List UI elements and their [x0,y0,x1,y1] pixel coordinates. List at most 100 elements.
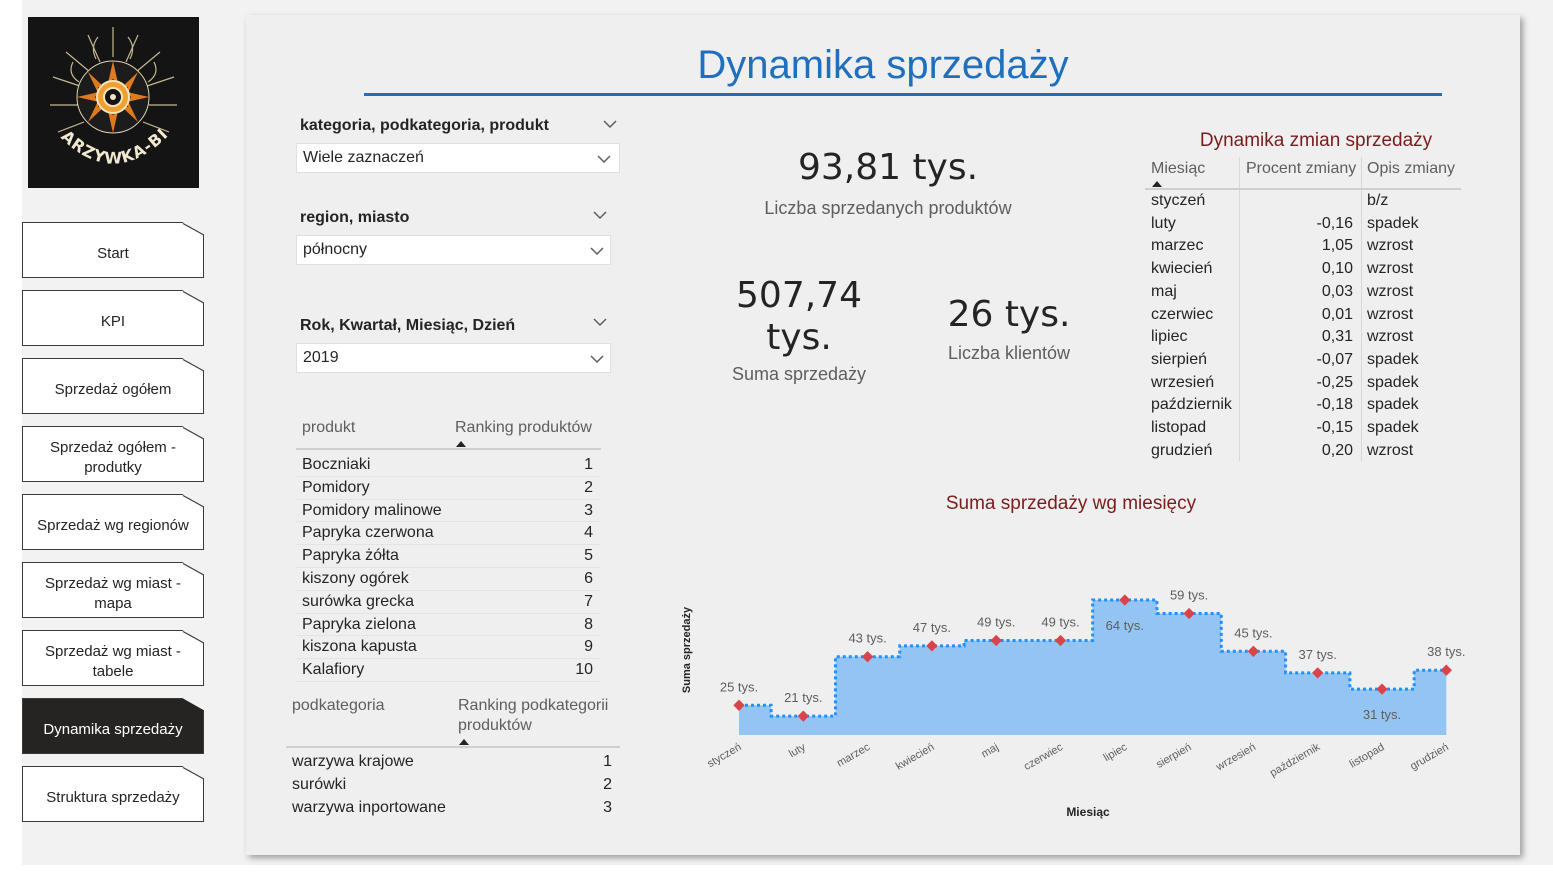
table-row[interactable]: Kalafiory 10 [296,658,601,681]
chevron-down-icon[interactable] [593,318,607,327]
table-row[interactable]: marzec 1,05 wzrost [1145,234,1461,257]
slicer-date-dropdown[interactable]: 2019 [296,343,611,373]
subcategory-rank: 1 [603,753,612,770]
month-cell: sierpień [1151,350,1208,368]
x-tick-label: sierpień [1154,741,1193,771]
report-canvas: Dynamika sprzedaży kategoria, podkategor… [246,15,1520,855]
nav-button[interactable]: Start [22,222,204,278]
product-rank: 9 [584,638,593,656]
table-row[interactable]: kiszona kapusta 9 [296,635,601,658]
change-desc-cell: spadek [1367,419,1419,436]
column-header-rank[interactable]: Ranking produktów [455,419,592,437]
report-page: WARZYWKA-BIO Start KPI Sprzedaż ogółem Sprz… [0,0,1553,877]
column-header-desc[interactable]: Opis zmiany [1367,160,1455,178]
column-header-rank-line1[interactable]: Ranking podkategorii [458,697,608,715]
data-label: 49 tys. [977,615,1015,630]
nav-button[interactable]: Dynamika sprzedaży [22,698,204,754]
x-tick-label: lipiec [1102,741,1130,764]
table-row[interactable]: Papryka zielona 8 [296,613,601,636]
table-row[interactable]: grudzień 0,20 wzrost [1145,439,1461,462]
sort-ascending-icon [1152,181,1162,187]
nav-button[interactable]: Sprzedaż wg miast - tabele [22,630,204,686]
slicer-category-label: kategoria, podkategoria, produkt [300,117,549,134]
company-logo: WARZYWKA-BIO [28,17,199,188]
x-tick-label: styczeń [705,741,743,770]
data-label: 47 tys. [913,620,951,635]
data-label: 43 tys. [848,631,886,646]
nav-button[interactable]: Sprzedaż ogółem [22,358,204,414]
pct-change-cell: -0,18 [1316,396,1353,414]
change-desc-cell: wzrost [1367,305,1414,323]
table-row[interactable]: luty -0,16 spadek [1145,212,1461,235]
nav-button[interactable]: Sprzedaż ogółem - produtky [22,426,204,482]
kpi-products-sold-value: 93,81 tys. [797,147,979,188]
subcategory-name: warzywa krajowe [292,753,414,770]
table-row[interactable]: listopad -0,15 spadek [1145,416,1461,439]
table-row[interactable]: maj 0,03 wzrost [1145,280,1461,303]
month-cell: czerwiec [1151,305,1214,323]
chevron-down-icon [590,355,604,364]
kpi-products-sold-label: Liczba sprzedanych produktów [764,198,1012,218]
column-header-product[interactable]: produkt [302,419,355,437]
change-desc-cell: spadek [1367,396,1419,414]
product-rank: 7 [584,592,593,610]
column-header-subcategory[interactable]: podkategoria [292,697,385,715]
nav-button[interactable]: Sprzedaż wg regionów [22,494,204,550]
table-row[interactable]: Pomidory malinowe 3 [296,499,601,522]
change-table-title: Dynamika zmian sprzedaży [1199,130,1433,151]
nav-button[interactable]: Sprzedaż wg miast - mapa [22,562,204,618]
table-row[interactable]: warzywa inportowane 3 [286,796,620,819]
product-rank: 5 [584,547,593,565]
chevron-down-icon[interactable] [603,120,617,129]
table-row[interactable]: Papryka czerwona 4 [296,521,601,544]
subcategory-name: warzywa inportowane [292,798,446,816]
month-cell: listopad [1151,419,1207,436]
column-header-pct[interactable]: Procent zmiany [1246,160,1356,178]
table-row[interactable]: styczeń b/z [1145,189,1461,212]
table-row[interactable]: warzywa krajowe 1 [286,750,620,773]
nav-button-label: Sprzedaż wg miast - tabele [45,643,181,680]
product-name: Boczniaki [302,456,371,473]
product-name: Pomidory [302,478,370,496]
table-row[interactable]: czerwiec 0,01 wzrost [1145,303,1461,326]
product-name: Papryka czerwona [302,524,434,542]
pct-change-cell: -0,07 [1316,350,1353,368]
table-row[interactable]: Pomidory 2 [296,476,601,499]
pct-change-cell: -0,25 [1316,373,1353,391]
x-tick-label: czerwiec [1022,741,1065,773]
table-row[interactable]: październik -0,18 spadek [1145,393,1461,416]
slicer-date-label: Rok, Kwartał, Miesiąc, Dzień [300,317,516,334]
x-tick-label: grudzień [1408,741,1451,772]
month-cell: lipiec [1151,328,1188,346]
slicer-region-dropdown[interactable]: północny [296,235,611,265]
data-label: 49 tys. [1041,615,1079,630]
product-rank: 6 [584,570,593,587]
table-row[interactable]: kwiecień 0,10 wzrost [1145,257,1461,280]
x-tick-label: październik [1268,741,1323,779]
pct-change-cell: 1,05 [1321,237,1353,255]
nav-button[interactable]: KPI [22,290,204,346]
slicer-category-dropdown[interactable]: Wiele zaznaczeń [296,143,620,173]
sales-by-month-chart: 25 tys. styczeń 21 tys. luty 43 tys. marzec 47… [681,588,1465,820]
chevron-down-icon[interactable] [593,211,607,220]
table-row[interactable]: surówki 2 [286,773,620,796]
column-header-month[interactable]: Miesiąc [1151,160,1205,178]
change-desc-cell: wzrost [1367,260,1414,278]
table-row[interactable]: Boczniaki 1 [296,453,601,476]
slicer-region-value: północny [303,241,368,258]
table-row[interactable]: lipiec 0,31 wzrost [1145,325,1461,348]
nav-button[interactable]: Struktura sprzedaży [22,766,204,822]
month-cell: styczeń [1151,192,1206,209]
kpi-sales-sum-value-line2: tys. [766,317,832,358]
slicer-region-label: region, miasto [300,209,410,226]
table-row[interactable]: wrzesień -0,25 spadek [1145,371,1461,394]
nav-button-label: Sprzedaż wg regionów [37,517,189,534]
change-desc-cell: spadek [1367,214,1419,232]
table-row[interactable]: surówka grecka 7 [296,590,601,613]
table-row[interactable]: Papryka żółta 5 [296,544,601,567]
table-row[interactable]: kiszony ogórek 6 [296,567,601,590]
pct-change-cell: 0,03 [1321,282,1353,300]
table-row[interactable]: sierpień -0,07 spadek [1145,348,1461,371]
change-desc-cell: wzrost [1367,237,1414,255]
logo-graphic: WARZYWKA-BIO [28,17,177,168]
